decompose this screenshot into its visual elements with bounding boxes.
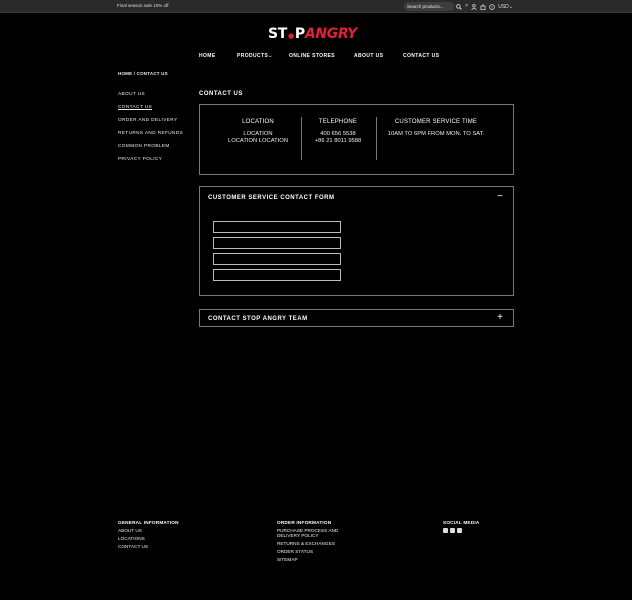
svg-text:?: ?: [491, 5, 493, 9]
expand-icon[interactable]: +: [497, 313, 503, 323]
cart-icon[interactable]: [480, 3, 486, 10]
divider: [376, 117, 377, 160]
service-time-column: CUSTOMER SERVICE TIME 10AM TO 6PM FROM M…: [383, 119, 489, 138]
footer-link-sitemap[interactable]: SITEMAP: [277, 557, 347, 562]
nav-products[interactable]: PRODUCTS⌄: [237, 53, 273, 59]
location-heading: LOCATION: [242, 119, 274, 125]
nav-about-us[interactable]: ABOUT US: [354, 53, 383, 59]
contact-form-field-4[interactable]: [213, 269, 341, 281]
footer-link-returns-exchanges[interactable]: RETURNS & EXCHANGES: [277, 541, 347, 546]
divider: [301, 117, 302, 160]
contact-form-field-1[interactable]: [213, 221, 341, 233]
nav-home[interactable]: HOME: [199, 53, 216, 59]
chevron-down-icon: ⌄: [268, 53, 273, 59]
logo-drop-icon: ●: [288, 32, 294, 40]
breadcrumb: HOME / CONTACT US: [118, 71, 168, 76]
footer-link-contact-us[interactable]: CONTACT US: [118, 544, 179, 549]
location-line-2: LOCATION LOCATION: [227, 137, 288, 144]
user-icon[interactable]: [471, 3, 477, 10]
footer-link-purchase-delivery[interactable]: PURCHASE PROCESS AND DELIVERY POLICY: [277, 528, 347, 538]
footer-social-heading: SOCIAL MEDIA: [443, 520, 480, 525]
footer-general-info: GENERAL INFORMATION ABOUT US LOCATIONS C…: [118, 520, 179, 552]
close-icon[interactable]: ×: [465, 2, 468, 11]
currency-value: USD: [498, 3, 509, 10]
sidebar: ABOUT US CONTACT US ORDER AND DELIVERY R…: [118, 91, 183, 169]
footer-general-heading: GENERAL INFORMATION: [118, 520, 179, 525]
footer-order-heading: ORDER INFORMATION: [277, 520, 332, 525]
instagram-icon[interactable]: [443, 528, 448, 533]
contact-form-panel: CUSTOMER SERVICE CONTACT FORM −: [199, 186, 514, 296]
header-actions: × ? USD⌄: [456, 2, 513, 11]
page-title: CONTACT US: [199, 91, 243, 97]
chevron-down-icon: ⌄: [508, 3, 513, 10]
location-column: LOCATION LOCATION LOCATION LOCATION: [222, 119, 294, 144]
contact-form-field-2[interactable]: [213, 237, 341, 249]
footer-link-order-status[interactable]: ORDER STATUS: [277, 549, 347, 554]
service-time-line-1: 10AM TO 6PM FROM MON. TO SAT.: [387, 131, 485, 137]
search-input[interactable]: Search products...: [404, 2, 454, 11]
footer-social-media: SOCIAL MEDIA: [443, 520, 479, 533]
nav-products-label: PRODUCTS: [237, 53, 269, 59]
sidebar-item-contact-us[interactable]: CONTACT US: [118, 104, 183, 117]
logo-text-st: ST: [268, 26, 288, 42]
sidebar-item-privacy-policy[interactable]: PRIVACY POLICY: [118, 156, 183, 169]
contact-team-title[interactable]: CONTACT STOP ANGRY TEAM: [208, 316, 308, 322]
telephone-heading: TELEPHONE: [318, 119, 358, 125]
promo-text: Final season sale 10% off: [117, 3, 169, 8]
footer-link-about-us[interactable]: ABOUT US: [118, 528, 179, 533]
nav-online-stores[interactable]: ONLINE STORES: [289, 53, 335, 59]
contact-info-box: LOCATION LOCATION LOCATION LOCATION TELE…: [199, 104, 514, 175]
telephone-column: TELEPHONE 400 656 5538 +86 21 8011 9588: [306, 119, 370, 144]
sidebar-item-order-delivery[interactable]: ORDER AND DELIVERY: [118, 117, 183, 130]
currency-select[interactable]: USD⌄: [498, 4, 513, 10]
help-icon[interactable]: ?: [489, 3, 495, 10]
footer-link-locations[interactable]: LOCATIONS: [118, 536, 179, 541]
facebook-icon[interactable]: [450, 528, 455, 533]
sidebar-item-returns-refunds[interactable]: RETURNS AND REFUNDS: [118, 130, 183, 143]
youtube-icon[interactable]: [457, 528, 462, 533]
nav-contact-us[interactable]: CONTACT US: [403, 53, 439, 59]
contact-form-field-3[interactable]: [213, 253, 341, 265]
contact-team-panel[interactable]: CONTACT STOP ANGRY TEAM +: [199, 309, 514, 327]
search-icon[interactable]: [456, 3, 462, 10]
logo-text-p: P: [294, 26, 305, 42]
collapse-icon[interactable]: −: [497, 192, 503, 202]
footer-order-info: ORDER INFORMATION PURCHASE PROCESS AND D…: [277, 520, 347, 565]
sidebar-item-about-us[interactable]: ABOUT US: [118, 91, 183, 104]
service-time-heading: CUSTOMER SERVICE TIME: [394, 119, 478, 125]
main-nav: HOME PRODUCTS⌄ ONLINE STORES ABOUT US CO…: [0, 53, 632, 61]
contact-form-title[interactable]: CUSTOMER SERVICE CONTACT FORM: [208, 195, 335, 201]
announcement-bar: Final season sale 10% off Search product…: [0, 0, 632, 13]
brand-logo[interactable]: ST ● P ANGRY: [268, 24, 364, 44]
logo-text-angry: ANGRY: [304, 26, 358, 42]
social-icons: [443, 528, 479, 533]
telephone-line-2: +86 21 8011 9588: [314, 137, 362, 144]
sidebar-item-common-problem[interactable]: COMMON PROBLEM: [118, 143, 183, 156]
